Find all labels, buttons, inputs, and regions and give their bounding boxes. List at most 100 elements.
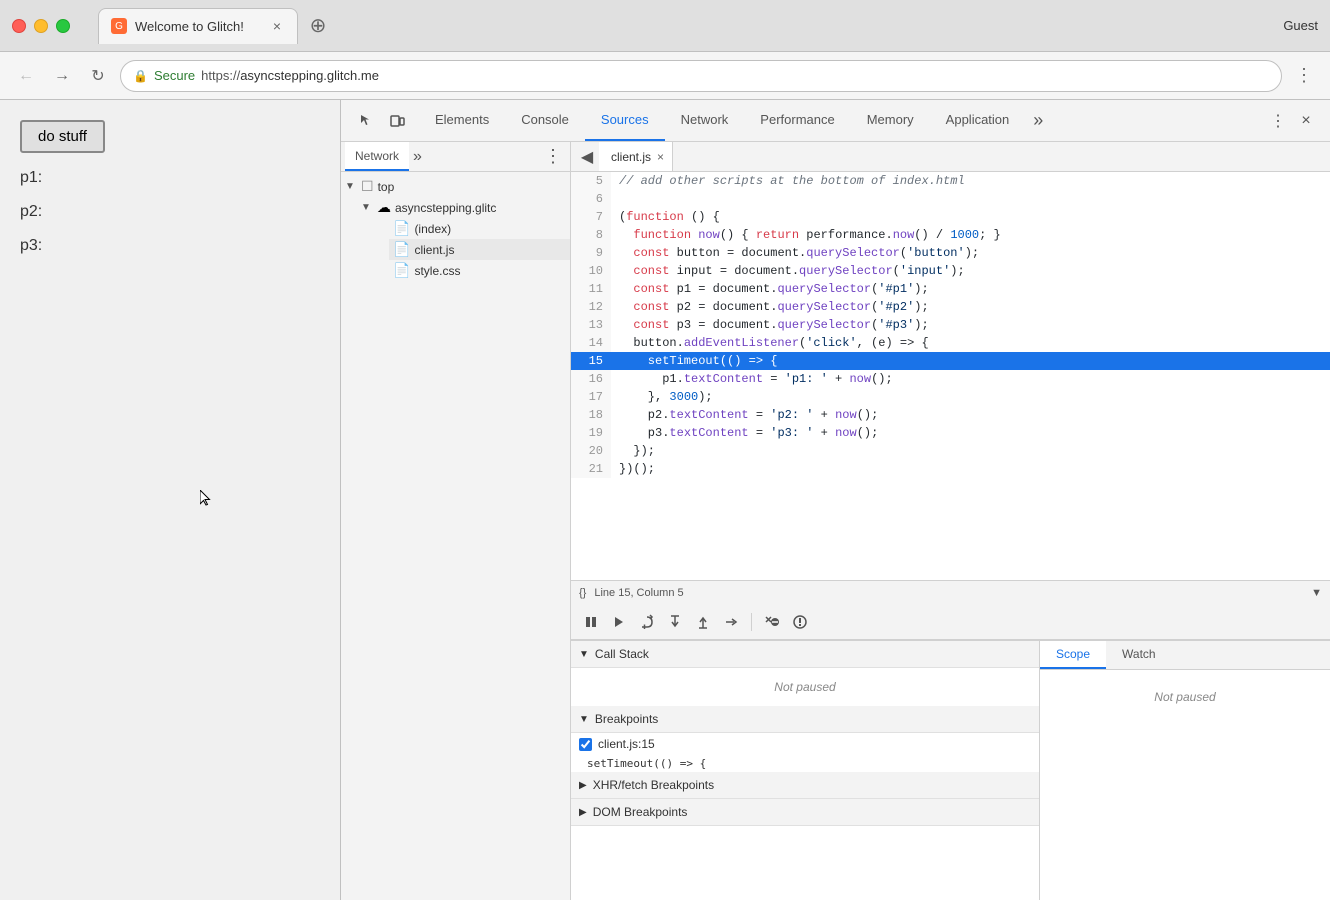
tree-item-top[interactable]: ▼ ☐ top xyxy=(341,176,570,197)
step-out-button[interactable] xyxy=(691,610,715,634)
minimize-window-button[interactable] xyxy=(34,19,48,33)
code-line-5: 5 // add other scripts at the bottom of … xyxy=(571,172,1330,190)
browser-menu-button[interactable]: ⋮ xyxy=(1290,62,1318,90)
tab-bar: G Welcome to Glitch! × ⊕ xyxy=(98,8,1275,44)
xhr-breakpoints-header[interactable]: ▶ XHR/fetch Breakpoints xyxy=(571,772,1039,799)
step-into-button[interactable] xyxy=(663,610,687,634)
file-panel-menu-button[interactable]: ⋮ xyxy=(540,146,566,167)
tab-sources[interactable]: Sources xyxy=(585,100,665,141)
devtools-settings-button[interactable]: ⋮ xyxy=(1266,109,1290,133)
devtools-icons xyxy=(345,107,419,135)
tab-memory[interactable]: Memory xyxy=(851,100,930,141)
right-tabs: Scope Watch xyxy=(1040,641,1330,670)
devtools-code-area: ◀ client.js × 5 // add other scripts xyxy=(571,142,1330,604)
right-panel-not-paused: Not paused xyxy=(1040,670,1330,724)
scope-tab[interactable]: Scope xyxy=(1040,641,1106,669)
tab-elements[interactable]: Elements xyxy=(419,100,505,141)
tab-performance[interactable]: Performance xyxy=(744,100,850,141)
not-paused-label: Not paused xyxy=(774,680,835,694)
step-over-button[interactable] xyxy=(635,610,659,634)
code-line-18: 18 p2.textContent = 'p2: ' + now(); xyxy=(571,406,1330,424)
call-stack-header[interactable]: ▼ Call Stack xyxy=(571,641,1039,668)
nav-back-button[interactable]: ◀ xyxy=(575,145,599,169)
devtools-controls: ⋮ × xyxy=(1258,109,1326,133)
browser-page: do stuff p1: p2: p3: xyxy=(0,100,340,900)
address-input[interactable]: 🔒 Secure https://asyncstepping.glitch.me xyxy=(120,60,1282,92)
devtools-tabs: Elements Console Sources Network Perform… xyxy=(419,100,1258,141)
forward-button[interactable]: → xyxy=(48,62,76,90)
statusbar-dropdown[interactable]: ▼ xyxy=(1311,587,1322,599)
do-stuff-button[interactable]: do stuff xyxy=(20,120,105,153)
devtools-close-button[interactable]: × xyxy=(1294,109,1318,133)
cursor-location: Line 15, Column 5 xyxy=(594,587,683,599)
inspect-element-button[interactable] xyxy=(353,107,381,135)
tab-network[interactable]: Network xyxy=(665,100,745,141)
pause-on-exceptions-button[interactable] xyxy=(788,610,812,634)
breakpoint-item: client.js:15 xyxy=(571,733,1039,755)
tree-item-clientjs[interactable]: 📄 client.js xyxy=(389,239,570,260)
xhr-breakpoints-label: XHR/fetch Breakpoints xyxy=(593,778,714,792)
bottom-left-panel: ▼ Call Stack Not paused ▼ Breakpoints xyxy=(571,641,1040,900)
devtools-topbar: Elements Console Sources Network Perform… xyxy=(341,100,1330,142)
file-panel-more-button[interactable]: » xyxy=(409,148,426,166)
code-line-13: 13 const p3 = document.querySelector('#p… xyxy=(571,316,1330,334)
code-tab-close-button[interactable]: × xyxy=(657,150,664,164)
devtools-main: ◀ client.js × 5 // add other scripts xyxy=(571,142,1330,900)
address-url: https://asyncstepping.glitch.me xyxy=(201,68,379,83)
breakpoints-header[interactable]: ▼ Breakpoints xyxy=(571,706,1039,733)
code-editor[interactable]: 5 // add other scripts at the bottom of … xyxy=(571,172,1330,580)
tree-label-index: (index) xyxy=(414,222,451,236)
code-line-15: 15 setTimeout(() => { xyxy=(571,352,1330,370)
tab-console[interactable]: Console xyxy=(505,100,585,141)
tree-label-clientjs: client.js xyxy=(414,243,454,257)
deactivate-breakpoints-button[interactable] xyxy=(760,610,784,634)
more-tabs-button[interactable]: » xyxy=(1025,100,1051,141)
new-tab-button[interactable]: ⊕ xyxy=(302,10,334,42)
tab-close-button[interactable]: × xyxy=(269,18,285,34)
file-panel-tabs: Network » ⋮ xyxy=(341,142,570,172)
lock-icon: 🔒 xyxy=(133,69,148,83)
tab-favicon: G xyxy=(111,18,127,34)
file-panel: Network » ⋮ ▼ ☐ top ▼ ☁ asyncsteppi xyxy=(341,142,571,900)
code-line-6: 6 xyxy=(571,190,1330,208)
code-tabs: ◀ client.js × xyxy=(571,142,1330,172)
device-toolbar-button[interactable] xyxy=(383,107,411,135)
tree-item-stylecss[interactable]: 📄 style.css xyxy=(389,260,570,281)
maximize-window-button[interactable] xyxy=(56,19,70,33)
code-line-21: 21 })(); xyxy=(571,460,1330,478)
tree-item-domain[interactable]: ▼ ☁ asyncstepping.glitc xyxy=(357,197,570,218)
dom-breakpoints-label: DOM Breakpoints xyxy=(593,805,688,819)
back-button[interactable]: ← xyxy=(12,62,40,90)
cloud-icon: ☁ xyxy=(377,199,391,216)
tree-arrow-top: ▼ xyxy=(345,181,357,192)
code-line-12: 12 const p2 = document.querySelector('#p… xyxy=(571,298,1330,316)
format-button[interactable]: {} xyxy=(579,587,586,599)
breakpoint-checkbox[interactable] xyxy=(579,738,592,751)
title-bar: G Welcome to Glitch! × ⊕ Guest xyxy=(0,0,1330,52)
pause-button[interactable] xyxy=(579,610,603,634)
debug-separator xyxy=(751,613,752,631)
call-stack-label: Call Stack xyxy=(595,647,649,661)
step-button[interactable] xyxy=(719,610,743,634)
devtools-body: Network » ⋮ ▼ ☐ top ▼ ☁ asyncsteppi xyxy=(341,142,1330,900)
bottom-right-panel: Scope Watch Not paused xyxy=(1040,641,1330,900)
file-panel-network-tab[interactable]: Network xyxy=(345,142,409,171)
resume-button[interactable] xyxy=(607,610,631,634)
js-file-icon: 📄 xyxy=(393,241,410,258)
code-tab-clientjs[interactable]: client.js × xyxy=(599,142,673,171)
close-window-button[interactable] xyxy=(12,19,26,33)
watch-tab[interactable]: Watch xyxy=(1106,641,1172,669)
code-line-14: 14 button.addEventListener('click', (e) … xyxy=(571,334,1330,352)
call-stack-content: Not paused xyxy=(571,668,1039,706)
reload-button[interactable]: ↻ xyxy=(84,62,112,90)
browser-tab[interactable]: G Welcome to Glitch! × xyxy=(98,8,298,44)
p2-label: p2: xyxy=(20,203,320,221)
tree-item-index[interactable]: 📄 (index) xyxy=(389,218,570,239)
code-line-7: 7 (function () { xyxy=(571,208,1330,226)
dom-breakpoints-header[interactable]: ▶ DOM Breakpoints xyxy=(571,799,1039,826)
breakpoint-code: setTimeout(() => { xyxy=(571,755,1039,772)
tree-label-domain: asyncstepping.glitc xyxy=(395,201,496,215)
tab-application[interactable]: Application xyxy=(930,100,1026,141)
code-line-20: 20 }); xyxy=(571,442,1330,460)
devtools-panel: Elements Console Sources Network Perform… xyxy=(340,100,1330,900)
